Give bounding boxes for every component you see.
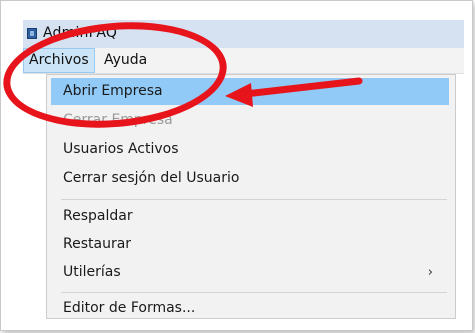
red-arrow-icon [225,77,363,107]
menu-separator [61,292,447,293]
menu-item-cerrar-sesion[interactable]: Cerrar sesjón del Usuario [51,165,449,192]
menu-item-label: Usuarios Activos [63,141,179,157]
menu-item-restaurar[interactable]: Restaurar [51,231,449,258]
menu-item-label: Cerrar sesjón del Usuario [63,170,240,186]
screenshot-frame: AdminPAQ Archivos Ayuda Abrir Empresa Ce… [0,0,473,331]
menu-item-usuarios-activos[interactable]: Usuarios Activos [51,136,449,163]
app-window-icon [27,28,37,39]
menu-item-utilerias[interactable]: Utilerías › [51,259,449,286]
menu-item-respaldar[interactable]: Respaldar [51,203,449,230]
menu-item-label: Respaldar [63,208,133,224]
menu-item-label: Utilerías [63,264,121,280]
menu-item-label: Restaurar [63,236,132,252]
chevron-right-icon: › [427,265,433,280]
menu-item-editor-de-formas[interactable]: Editor de Formas... [51,295,449,318]
menu-separator [61,199,447,200]
menu-item-label: Editor de Formas... [63,300,196,316]
